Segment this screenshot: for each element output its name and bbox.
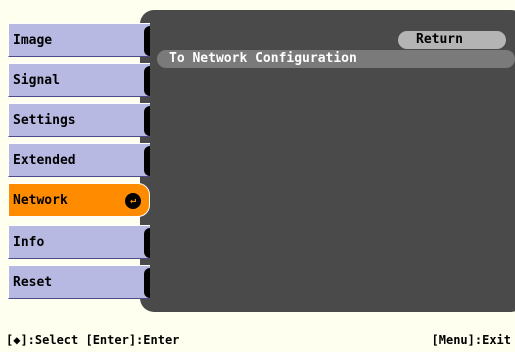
tab-divider: [144, 268, 150, 298]
sidebar-item-signal[interactable]: Signal: [8, 63, 150, 97]
sidebar-item-image[interactable]: Image: [8, 23, 150, 57]
tab-divider: [144, 26, 150, 56]
tab-divider: [144, 146, 150, 176]
network-configuration-label: To Network Configuration: [169, 51, 357, 66]
sidebar-item-reset[interactable]: Reset: [8, 265, 150, 299]
sidebar-item-label: Reset: [13, 274, 53, 290]
sidebar-item-extended[interactable]: Extended: [8, 143, 150, 177]
navigation-help-label: [◆]:Select [Enter]:Enter: [6, 333, 180, 347]
exit-help-label: [Menu]:Exit: [431, 333, 511, 347]
enter-icon: ↵: [125, 193, 141, 209]
network-configuration-item[interactable]: To Network Configuration: [157, 50, 515, 68]
navigation-help-text: [◆]:Select [Enter]:Enter: [6, 333, 179, 347]
return-button[interactable]: Return: [398, 31, 506, 49]
sidebar-item-label: Extended: [13, 152, 76, 168]
exit-help-text: [Menu]:Exit: [432, 333, 511, 347]
sidebar-item-settings[interactable]: Settings: [8, 103, 150, 137]
projector-menu-screen: Image Signal Settings Extended Network ↵…: [0, 0, 515, 352]
sidebar-item-network[interactable]: Network ↵: [8, 183, 150, 217]
sidebar-item-label: Info: [13, 234, 45, 250]
return-label: Return: [416, 32, 463, 47]
tab-divider: [144, 106, 150, 136]
tab-divider: [144, 66, 150, 96]
tab-divider: [144, 228, 150, 258]
sidebar-item-label: Image: [13, 32, 53, 48]
sidebar-item-label: Signal: [13, 72, 60, 88]
sidebar-item-label: Network: [13, 192, 68, 208]
sidebar-item-label: Settings: [13, 112, 76, 128]
sidebar-item-info[interactable]: Info: [8, 225, 150, 259]
